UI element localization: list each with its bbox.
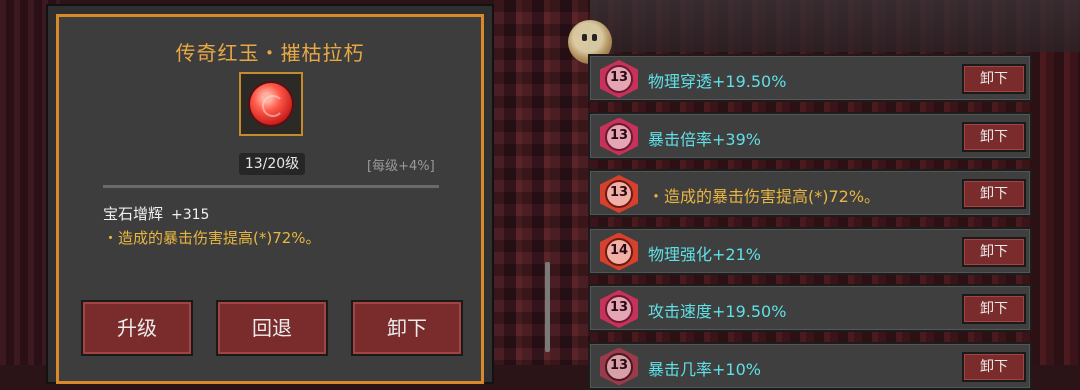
gem-list-text: 暴击倍率+39% (648, 129, 761, 149)
gem-level-number: 13 (609, 185, 629, 200)
unequip-button[interactable]: 卸下 (962, 294, 1026, 324)
gem-list-text: 攻击速度+19.50% (648, 302, 787, 321)
gem-level-number: 13 (609, 70, 629, 85)
gem-slot (239, 72, 303, 136)
gem-title: 传奇红玉・摧枯拉朽 (175, 41, 365, 65)
gem-level-number: 13 (609, 300, 629, 315)
gem-list-text: ・造成的暴击伤害提高(*)72%。 (648, 187, 881, 206)
scrollbar[interactable] (545, 262, 550, 352)
unequip-button[interactable]: 卸下 (962, 121, 1026, 152)
rollback-button[interactable]: 回退 (216, 300, 328, 356)
bg-top-shelf (590, 0, 1080, 52)
gem-level: 13/20级 (239, 153, 305, 175)
stat-name: 宝石增辉 (103, 205, 164, 223)
gem-list-item[interactable]: 14 物理强化+21% 卸下 (588, 226, 1032, 275)
gem-list-item[interactable]: 13 ・造成的暴击伤害提高(*)72%。 卸下 (588, 169, 1032, 217)
gem-list-item[interactable]: 13 暴击几率+10% 卸下 (588, 341, 1032, 390)
gem-list-text: 暴击几率+10% (648, 359, 761, 379)
gem-detail-panel: 传奇红玉・摧枯拉朽 13/20级 [每级+4%] 宝石增辉 +315 ・造成的暴击… (56, 14, 484, 384)
gem-level-number: 13 (609, 127, 629, 143)
gem-level-badge: 13 (600, 175, 638, 213)
gem-level-badge: 14 (600, 232, 638, 271)
gem-stat: 宝石增辉 +315 (103, 203, 209, 224)
per-level-bonus: [每级+4%] (367, 159, 435, 174)
gem-list-text: 物理穿透+19.50% (648, 72, 787, 91)
gem-level-badge: 13 (600, 117, 638, 156)
gem-list-item[interactable]: 13 暴击倍率+39% 卸下 (588, 111, 1032, 160)
gem-effect: ・造成的暴击伤害提高(*)72%。 (103, 229, 321, 247)
divider (103, 185, 439, 188)
stat-value: +315 (171, 207, 210, 223)
gem-list-text: 物理强化+21% (648, 244, 761, 264)
gem-list-item[interactable]: 13 攻击速度+19.50% 卸下 (588, 284, 1032, 332)
unequip-button[interactable]: 卸下 (962, 64, 1026, 94)
red-gem-icon (250, 83, 292, 125)
gem-level-number: 13 (609, 357, 629, 373)
gem-level-badge: 13 (600, 60, 638, 98)
unequip-button[interactable]: 卸下 (962, 179, 1026, 209)
gem-level-badge: 13 (600, 290, 638, 328)
gem-level-badge: 13 (600, 347, 638, 386)
upgrade-button[interactable]: 升级 (81, 300, 193, 356)
unequip-button[interactable]: 卸下 (351, 300, 463, 356)
gem-list-item[interactable]: 13 物理穿透+19.50% 卸下 (588, 54, 1032, 102)
gem-level-number: 14 (609, 242, 629, 258)
unequip-button[interactable]: 卸下 (962, 236, 1026, 267)
unequip-button[interactable]: 卸下 (962, 351, 1026, 382)
